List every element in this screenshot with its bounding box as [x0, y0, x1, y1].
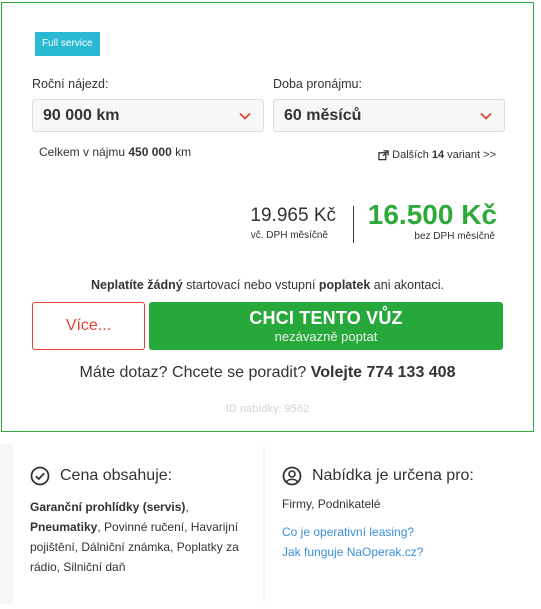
offer-id: ID nabídky: 9562 [225, 403, 310, 415]
chevron-down-icon [480, 112, 492, 120]
want-car-subtitle: nezávazně poptat [274, 329, 378, 344]
mileage-select[interactable]: 90 000 km [32, 99, 264, 132]
more-button[interactable]: Více... [32, 302, 145, 350]
operative-leasing-link[interactable]: Co je operativní leasing? [282, 525, 414, 539]
audience-panel: Nabídka je určena pro: Firmy, Podnikatel… [265, 444, 535, 604]
offer-card: Full service Roční nájezd: Doba pronájmu… [1, 2, 534, 432]
how-it-works-link[interactable]: Jak funguje NaOperak.cz? [282, 545, 423, 559]
mileage-select-value: 90 000 km [43, 107, 120, 124]
price-main: 16.500 Kč [367, 199, 497, 230]
price-main-note: bez DPH měsíčně [414, 231, 495, 242]
want-car-title: CHCI TENTO VŮZ [249, 308, 403, 328]
external-link-icon [378, 149, 389, 160]
includes-panel: Cena obsahuje: Garanční prohlídky (servi… [13, 444, 263, 604]
audience-value: Firmy, Podnikatelé [282, 497, 381, 511]
duration-label: Doba pronájmu: [273, 77, 362, 91]
phone-link[interactable]: Volejte 774 133 408 [311, 364, 456, 381]
chevron-down-icon [239, 112, 251, 120]
user-circle-icon [282, 466, 302, 486]
want-car-button[interactable]: CHCI TENTO VŮZ nezávazně poptat [149, 302, 503, 350]
more-variants-link[interactable]: Dalších 14 variant >> [378, 149, 496, 161]
includes-list: Garanční prohlídky (servis), Pneumatiky,… [30, 500, 239, 574]
duration-select-value: 60 měsíců [284, 107, 362, 124]
info-section: Cena obsahuje: Garanční prohlídky (servi… [0, 444, 535, 604]
mileage-label: Roční nájezd: [32, 77, 109, 91]
price-with-vat-note: vč. DPH měsíčně [250, 230, 328, 241]
check-circle-icon [30, 466, 50, 486]
full-service-badge: Full service [35, 32, 100, 56]
includes-heading: Cena obsahuje: [30, 466, 172, 486]
price-divider [353, 206, 354, 243]
audience-heading: Nabídka je určena pro: [282, 466, 474, 486]
contact-question: Máte dotaz? Chcete se poradit? Volejte 7… [79, 364, 456, 381]
duration-select[interactable]: 60 měsíců [273, 99, 505, 132]
fee-notice: Neplatíte žádný startovací nebo vstupní … [91, 278, 444, 292]
price-with-vat: 19.965 Kč [250, 205, 336, 226]
total-mileage: Celkem v nájmu 450 000 km [39, 145, 192, 159]
